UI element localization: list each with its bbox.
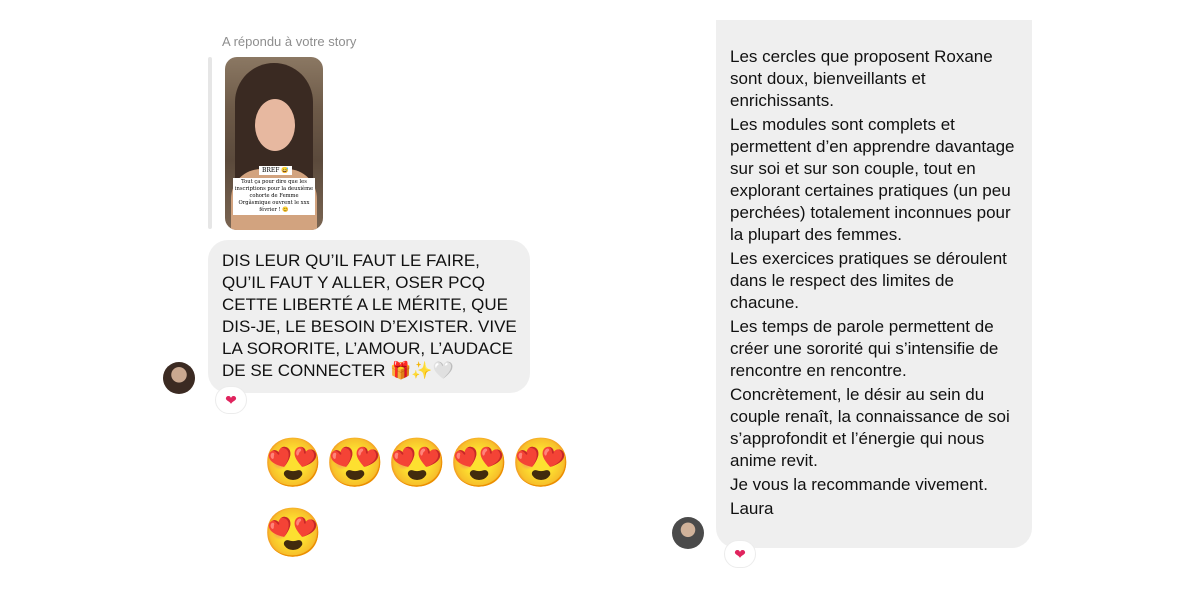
heart-reaction-right[interactable]: ❤	[724, 540, 756, 568]
heart-eyes-emoji: 😍	[511, 437, 571, 490]
story-thumbnail[interactable]: BREF 😅 Tout ça pour dire que les inscrip…	[225, 57, 323, 230]
message-text: DIS LEUR QU’IL FAUT LE FAIRE, QU’IL FAUT…	[222, 251, 517, 380]
testimonial-paragraph: Les cercles que proposent Roxane sont do…	[730, 47, 993, 110]
replied-to-story-label: A répondu à votre story	[222, 34, 357, 49]
testimonial-paragraph: Concrètement, le désir au sein du couple…	[730, 385, 1010, 470]
testimonial-paragraph: Les exercices pratiques se déroulent dan…	[730, 249, 1007, 312]
heart-eyes-emoji: 😍	[263, 437, 323, 490]
reply-indicator-bar	[208, 57, 212, 229]
story-caption-small: BREF 😅	[259, 166, 292, 175]
testimonial-paragraph: Je vous la recommande vivement.	[730, 475, 988, 494]
sender-avatar-left[interactable]	[163, 362, 195, 394]
emoji-message-row-1[interactable]: 😍😍😍😍😍	[262, 436, 572, 492]
heart-eyes-emoji: 😍	[263, 507, 323, 560]
testimonial-paragraph: Les modules sont complets et permettent …	[730, 115, 1015, 244]
testimonial-text: Les cercles que proposent Roxane sont do…	[730, 46, 1026, 522]
message-bubble-right[interactable]: Les cercles que proposent Roxane sont do…	[716, 20, 1032, 548]
testimonial-paragraph: Les temps de parole permettent de créer …	[730, 317, 999, 380]
heart-icon: ❤	[734, 545, 746, 562]
heart-reaction-left[interactable]: ❤	[215, 386, 247, 414]
heart-eyes-emoji: 😍	[449, 437, 509, 490]
heart-icon: ❤	[225, 391, 237, 408]
story-photo-face	[255, 99, 295, 151]
story-caption: Tout ça pour dire que les inscriptions p…	[233, 178, 315, 215]
emoji-message-row-2[interactable]: 😍	[262, 506, 324, 562]
testimonial-signature: Laura	[730, 499, 774, 518]
sender-avatar-right[interactable]	[672, 517, 704, 549]
heart-eyes-emoji: 😍	[325, 437, 385, 490]
message-bubble-left[interactable]: DIS LEUR QU’IL FAUT LE FAIRE, QU’IL FAUT…	[208, 240, 530, 393]
heart-eyes-emoji: 😍	[387, 437, 447, 490]
